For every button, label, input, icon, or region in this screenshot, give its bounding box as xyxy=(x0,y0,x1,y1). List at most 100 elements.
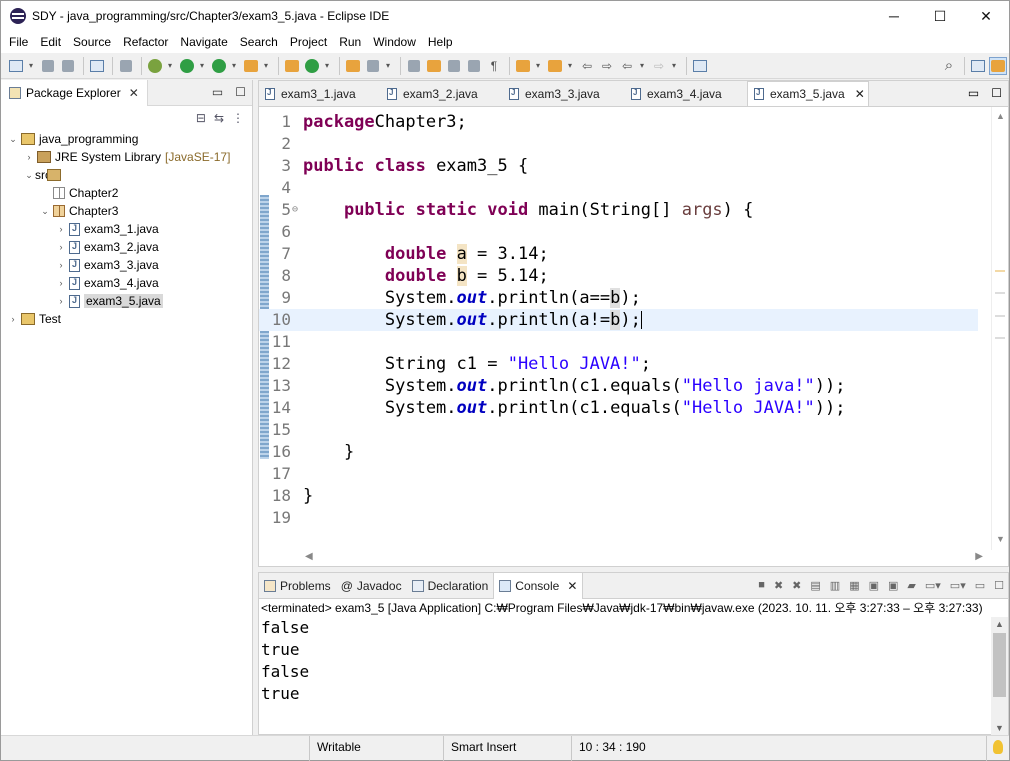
highlight-icon[interactable] xyxy=(425,57,443,75)
collapsed-chevron-icon[interactable]: › xyxy=(55,278,67,288)
collapsed-chevron-icon[interactable]: › xyxy=(55,242,67,252)
minimize-button[interactable]: ─ xyxy=(871,1,917,31)
code-line[interactable]: 17 xyxy=(259,463,978,485)
open-console-icon[interactable]: ▭▾ xyxy=(950,579,966,592)
menu-file[interactable]: File xyxy=(3,35,34,49)
open-task-dropdown-icon[interactable]: ▾ xyxy=(384,57,392,75)
console-output[interactable]: false true false true ▲ ▼ xyxy=(259,617,1008,735)
minimize-view-icon[interactable]: ▭ xyxy=(212,85,223,99)
minimize-editor-icon[interactable]: ▭ xyxy=(968,86,979,100)
expanded-chevron-icon[interactable]: ⌄ xyxy=(7,134,19,145)
forward-dropdown-icon[interactable]: ▾ xyxy=(670,57,678,75)
scrollbar-thumb[interactable] xyxy=(993,633,1006,697)
menu-project[interactable]: Project xyxy=(284,35,333,49)
code-line[interactable]: 18} xyxy=(259,485,978,507)
fold-collapse-icon[interactable]: ⊖ xyxy=(292,199,298,221)
code-line[interactable]: 8 double b = 5.14; xyxy=(259,265,978,287)
tree-item[interactable]: › Test xyxy=(1,310,252,328)
back-dropdown-icon[interactable]: ▾ xyxy=(638,57,646,75)
remove-launch-icon[interactable]: ✖ xyxy=(774,579,783,592)
forward-icon[interactable]: ⇨ xyxy=(650,57,668,75)
last-edit-location-icon[interactable]: ⇦ xyxy=(578,57,596,75)
expanded-chevron-icon[interactable]: ⌄ xyxy=(39,206,51,217)
forward-history-icon[interactable]: ⇨ xyxy=(598,57,616,75)
tab-exam3_2-java[interactable]: exam3_2.java xyxy=(381,81,503,106)
code-line[interactable]: 16 } xyxy=(259,441,978,463)
expanded-chevron-icon[interactable]: ⌄ xyxy=(23,170,35,181)
close-icon[interactable]: ✕ xyxy=(567,579,577,593)
back-icon[interactable]: ⇦ xyxy=(618,57,636,75)
toggle-mark-occurrences-icon[interactable] xyxy=(405,57,423,75)
java-perspective-icon[interactable] xyxy=(989,56,1007,75)
pin-editor-icon[interactable] xyxy=(691,57,709,75)
menu-source[interactable]: Source xyxy=(67,35,117,49)
tree-item[interactable]: Chapter2 xyxy=(1,184,252,202)
tree-item[interactable]: › exam3_1.java xyxy=(1,220,252,238)
tab-exam3_5-java[interactable]: exam3_5.java ✕ xyxy=(747,81,869,106)
editor-horizontal-scrollbar[interactable]: ◀ ▶ xyxy=(269,549,983,566)
previous-annotation-icon[interactable] xyxy=(546,57,564,75)
new-java-class-dropdown-icon[interactable]: ▾ xyxy=(323,57,331,75)
menu-edit[interactable]: Edit xyxy=(34,35,67,49)
tab-exam3_3-java[interactable]: exam3_3.java xyxy=(503,81,625,106)
collapsed-chevron-icon[interactable]: › xyxy=(55,296,67,306)
coverage-dropdown-icon[interactable]: ▾ xyxy=(230,57,238,75)
display-console-icon[interactable]: ▭▾ xyxy=(925,579,941,592)
tab-console[interactable]: Console ✕ xyxy=(493,572,584,599)
search-icon[interactable]: ⌕ xyxy=(940,57,958,75)
new-java-package-icon[interactable] xyxy=(283,57,301,75)
overview-ruler-mark[interactable] xyxy=(995,292,1005,294)
overview-ruler-mark[interactable] xyxy=(995,270,1005,272)
open-type-icon[interactable] xyxy=(344,57,362,75)
collapsed-chevron-icon[interactable]: › xyxy=(55,224,67,234)
maximize-view-icon[interactable]: ☐ xyxy=(994,579,1004,592)
code-line[interactable]: 13 System.out.println(c1.equals("Hello j… xyxy=(259,375,978,397)
next-annotation-icon[interactable] xyxy=(514,57,532,75)
collapsed-chevron-icon[interactable]: › xyxy=(23,152,35,162)
external-tools-icon[interactable] xyxy=(242,57,260,75)
menu-search[interactable]: Search xyxy=(234,35,284,49)
menu-run[interactable]: Run xyxy=(333,35,367,49)
code-line[interactable]: 6 xyxy=(259,221,978,243)
code-line[interactable]: 3 public class exam3_5 { xyxy=(259,155,978,177)
tree-item[interactable]: › exam3_4.java xyxy=(1,274,252,292)
link-with-editor-icon[interactable]: ⇆ xyxy=(214,111,224,125)
tree-item[interactable]: ⌄ Chapter3 xyxy=(1,202,252,220)
tree-item[interactable]: › exam3_3.java xyxy=(1,256,252,274)
skip-breakpoints-icon[interactable] xyxy=(117,57,135,75)
code-line[interactable]: 1 packageChapter3; xyxy=(259,111,978,133)
menu-window[interactable]: Window xyxy=(367,35,422,49)
coverage-icon[interactable] xyxy=(210,57,228,75)
code-line[interactable]: 10 System.out.println(a!=b); xyxy=(259,309,978,331)
word-wrap-icon[interactable] xyxy=(465,57,483,75)
tree-item[interactable]: ⌄ src xyxy=(1,166,252,184)
save-all-icon[interactable] xyxy=(59,57,77,75)
open-console-icon[interactable] xyxy=(88,57,106,75)
code-line[interactable]: 12 String c1 = "Hello JAVA!"; xyxy=(259,353,978,375)
tab-declaration[interactable]: Declaration xyxy=(407,573,494,599)
code-line[interactable]: 7 double a = 3.14; xyxy=(259,243,978,265)
code-area[interactable]: 1 packageChapter3; 2 3 public class exam3_5 … xyxy=(259,107,1008,550)
clear-console-icon[interactable]: ▤ xyxy=(810,579,820,592)
open-perspective-icon[interactable] xyxy=(969,57,987,75)
new-dropdown-icon[interactable]: ▾ xyxy=(27,57,35,75)
minimize-view-icon[interactable]: ▭ xyxy=(975,579,985,592)
debug-icon[interactable] xyxy=(146,57,164,75)
tab-javadoc[interactable]: @ Javadoc xyxy=(336,573,407,599)
code-line[interactable]: 14 System.out.println(c1.equals("Hello J… xyxy=(259,397,978,419)
collapse-all-icon[interactable]: ⊟ xyxy=(196,111,206,125)
maximize-editor-icon[interactable]: ☐ xyxy=(991,86,1002,100)
terminate-icon[interactable]: ■ xyxy=(758,579,765,592)
pin-console-icon[interactable]: ▰ xyxy=(907,579,915,592)
code-line[interactable]: 5 ⊖ public static void main(String[] args… xyxy=(259,199,978,221)
view-menu-icon[interactable]: ⋮ xyxy=(232,111,244,125)
code-line[interactable]: 4 xyxy=(259,177,978,199)
overview-ruler-mark[interactable] xyxy=(995,315,1005,317)
menu-refactor[interactable]: Refactor xyxy=(117,35,174,49)
scroll-down-icon[interactable]: ▼ xyxy=(995,723,1004,733)
next-annotation-dropdown-icon[interactable]: ▾ xyxy=(534,57,542,75)
close-button[interactable]: ✕ xyxy=(963,1,1009,31)
menu-navigate[interactable]: Navigate xyxy=(174,35,233,49)
new-icon[interactable] xyxy=(7,57,25,75)
new-java-class-icon[interactable] xyxy=(303,57,321,75)
